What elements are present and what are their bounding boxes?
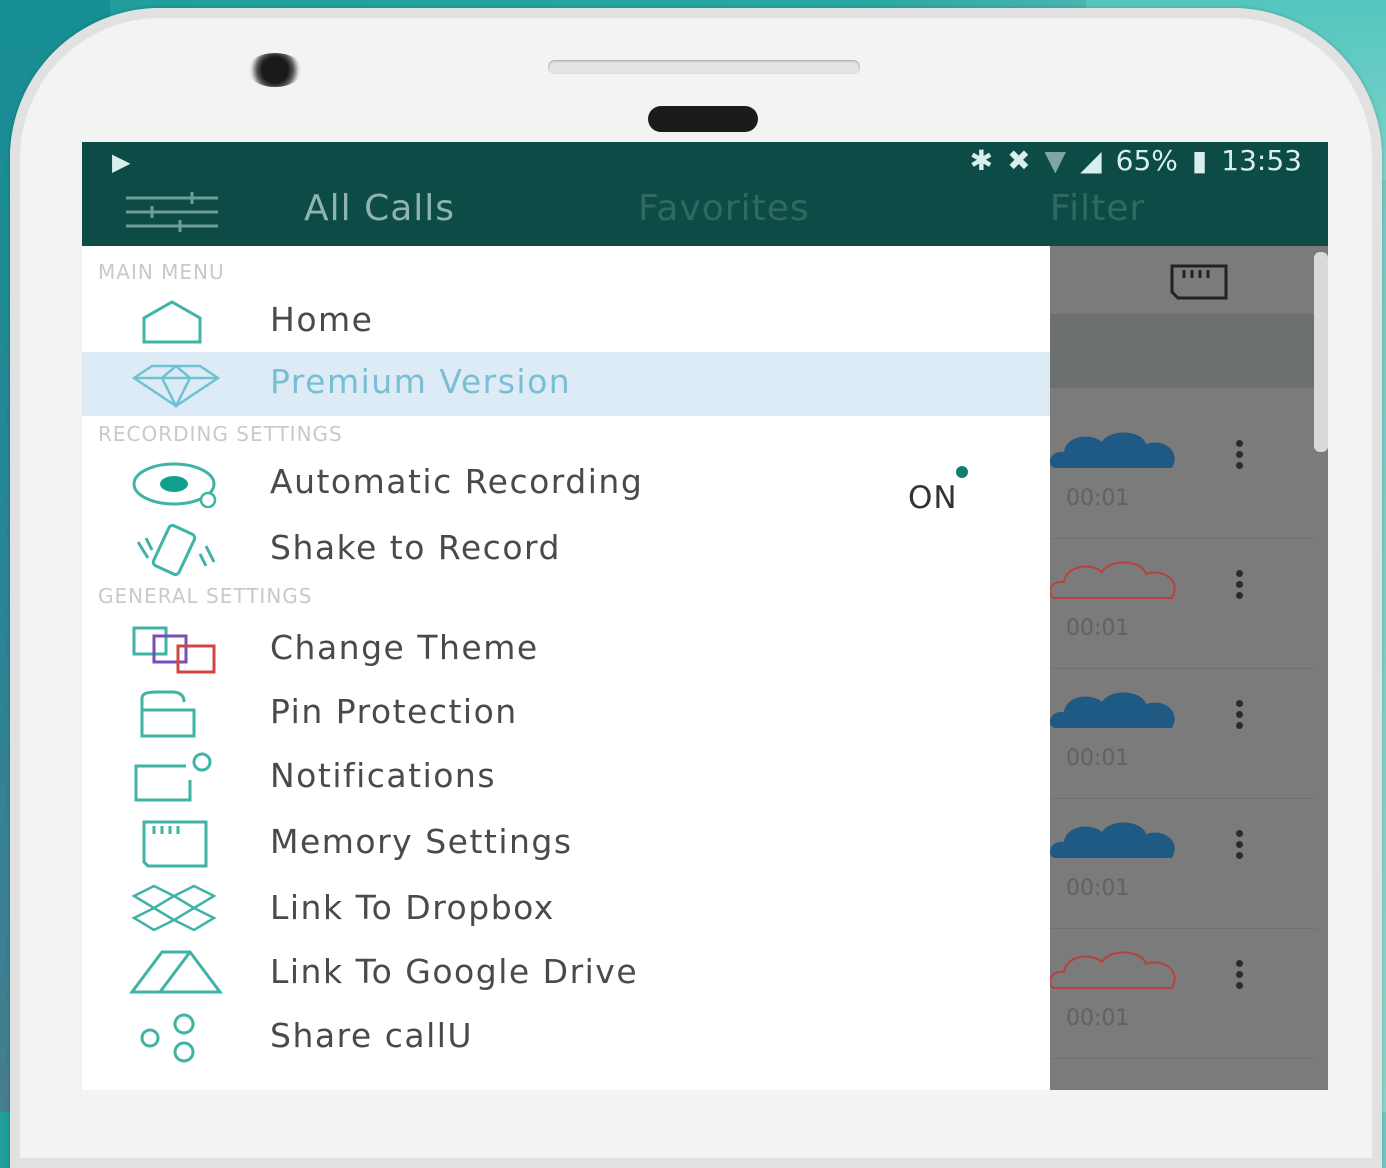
shake-phone-icon — [136, 524, 216, 576]
auto-record-toggle[interactable]: ON — [908, 466, 998, 516]
speaker-grill — [548, 60, 860, 74]
drawer-item-home[interactable]: Home — [82, 290, 1050, 354]
play-store-icon: ▶ — [112, 148, 131, 176]
sd-card-icon[interactable] — [1168, 262, 1230, 302]
toggle-state: ON — [908, 480, 958, 516]
mute-icon: ✖ — [1007, 144, 1031, 177]
drawer-item-label: Link To Dropbox — [270, 888, 555, 927]
drawer-item-label: Automatic Recording — [270, 462, 644, 501]
list-item[interactable]: 00:01 — [1046, 930, 1316, 1059]
call-duration: 00:01 — [1066, 876, 1130, 901]
drawer-item-automatic-recording[interactable]: Automatic Recording ON — [82, 452, 1050, 516]
notification-icon — [134, 752, 212, 802]
phone-screen: 00:01 00:01 00:01 00:01 00:01 ▶ ✱ ✖ ▼ ◢ … — [82, 142, 1328, 1090]
cloud-upload-icon — [1050, 822, 1175, 858]
bluetooth-icon: ✱ — [969, 144, 994, 177]
more-options-icon[interactable] — [1236, 960, 1246, 994]
drawer-item-memory-settings[interactable]: Memory Settings — [82, 812, 1050, 876]
call-duration: 00:01 — [1066, 746, 1130, 771]
drawer-item-label: Notifications — [270, 756, 497, 795]
drawer-item-link-dropbox[interactable]: Link To Dropbox — [82, 878, 1050, 942]
tab-favorites[interactable]: Favorites — [638, 188, 810, 229]
cloud-upload-icon — [1050, 692, 1175, 728]
tab-bar: All Calls Favorites Filter — [82, 186, 1328, 246]
drawer-item-label: Change Theme — [270, 628, 539, 667]
drawer-item-share[interactable]: Share callU — [82, 1006, 1050, 1070]
earpiece — [648, 106, 758, 132]
more-options-icon[interactable] — [1236, 570, 1246, 604]
theme-icon — [132, 626, 216, 674]
diamond-icon — [131, 364, 221, 409]
drawer-item-label: Home — [270, 300, 374, 339]
dropbox-icon — [131, 884, 217, 932]
drawer-item-label: Shake to Record — [270, 528, 561, 567]
drawer-item-label: Pin Protection — [270, 692, 518, 731]
scrollbar[interactable] — [1314, 252, 1328, 452]
drawer-item-change-theme[interactable]: Change Theme — [82, 618, 1050, 682]
call-duration: 00:01 — [1066, 616, 1130, 641]
section-recording-settings: RECORDING SETTINGS — [98, 422, 343, 446]
lock-icon — [140, 690, 196, 738]
share-icon — [140, 1013, 195, 1063]
drawer-item-premium[interactable]: Premium Version — [82, 352, 1050, 416]
drawer-item-pin-protection[interactable]: Pin Protection — [82, 682, 1050, 746]
drawer-item-notifications[interactable]: Notifications — [82, 746, 1050, 810]
drawer-item-link-google-drive[interactable]: Link To Google Drive — [82, 942, 1050, 1006]
call-duration: 00:01 — [1066, 486, 1130, 511]
tab-filter[interactable]: Filter — [1050, 188, 1145, 229]
toggle-indicator-dot — [956, 466, 968, 478]
google-drive-icon — [129, 950, 223, 994]
list-item[interactable]: 00:01 — [1046, 800, 1316, 929]
drawer-item-label: Premium Version — [270, 362, 572, 401]
home-icon — [142, 300, 202, 344]
signal-icon: ◢ — [1080, 144, 1102, 177]
list-header-band — [1046, 314, 1328, 388]
wifi-icon: ▼ — [1044, 144, 1067, 177]
battery-level: 65% — [1115, 144, 1178, 177]
battery-icon: ▮ — [1191, 144, 1208, 177]
cloud-icon — [1050, 561, 1176, 599]
drawer-item-shake-to-record[interactable]: Shake to Record — [82, 518, 1050, 582]
drawer-item-label: Link To Google Drive — [270, 952, 639, 991]
tab-all-calls[interactable]: All Calls — [304, 188, 455, 229]
call-duration: 00:01 — [1066, 1006, 1130, 1031]
record-icon — [132, 462, 217, 509]
sd-card-icon — [142, 820, 208, 868]
drawer-item-label: Share callU — [270, 1016, 474, 1055]
front-camera — [247, 53, 303, 87]
more-options-icon[interactable] — [1236, 700, 1246, 734]
settings-sliders-icon[interactable] — [122, 192, 222, 232]
section-main-menu: MAIN MENU — [98, 260, 225, 284]
cloud-icon — [1050, 951, 1176, 989]
more-options-icon[interactable] — [1236, 440, 1246, 474]
list-item[interactable]: 00:01 — [1046, 670, 1316, 799]
cloud-upload-icon — [1050, 432, 1175, 468]
app-bar: ▶ ✱ ✖ ▼ ◢ 65% ▮ 13:53 All Calls Favorite… — [82, 142, 1328, 246]
section-general-settings: GENERAL SETTINGS — [98, 584, 313, 608]
status-bar: ▶ ✱ ✖ ▼ ◢ 65% ▮ 13:53 — [82, 142, 1328, 182]
list-item[interactable]: 00:01 — [1046, 410, 1316, 539]
more-options-icon[interactable] — [1236, 830, 1246, 864]
list-item[interactable]: 00:01 — [1046, 540, 1316, 669]
clock: 13:53 — [1221, 144, 1302, 177]
drawer-item-label: Memory Settings — [270, 822, 573, 861]
navigation-drawer: MAIN MENU Home Premium Version RECORDING… — [82, 246, 1050, 1090]
